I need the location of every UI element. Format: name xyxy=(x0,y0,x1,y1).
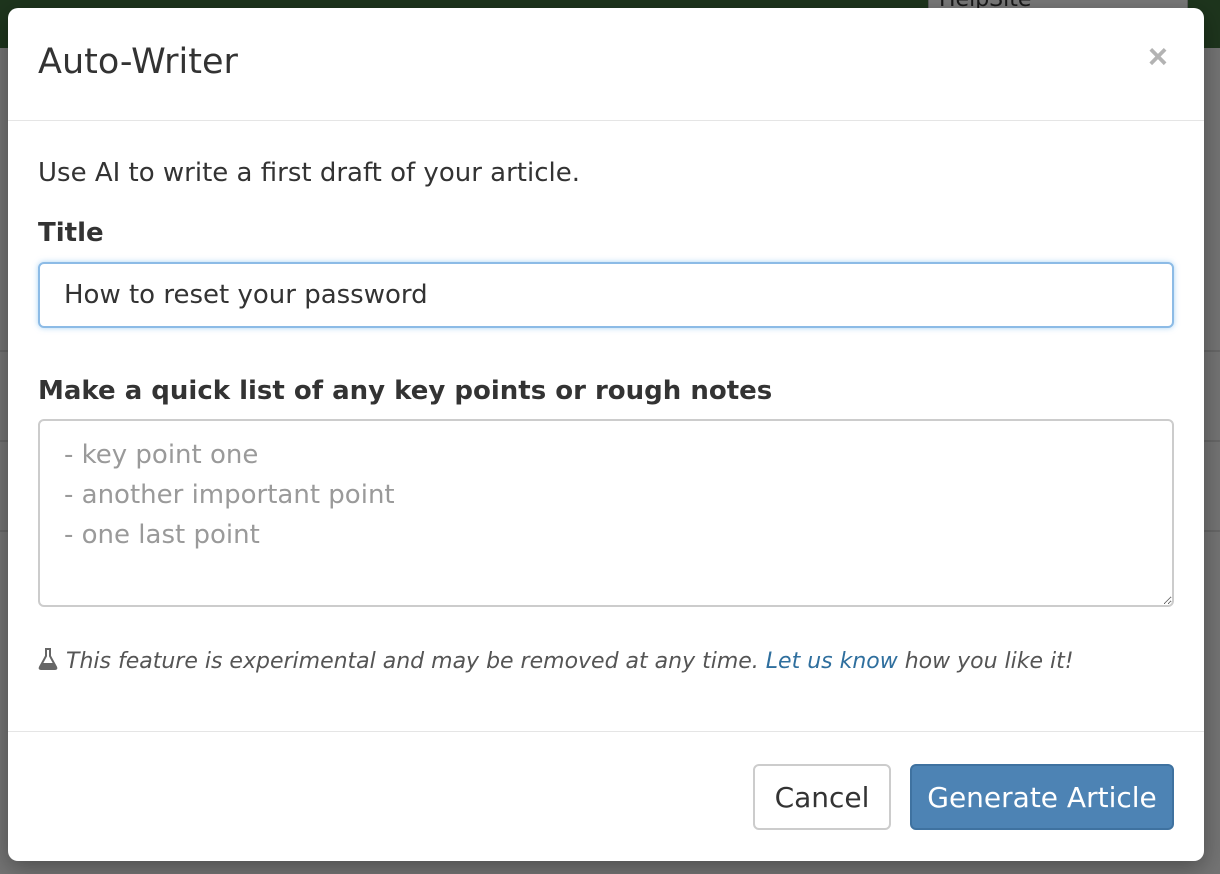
experimental-note: This feature is experimental and may be … xyxy=(38,648,1074,676)
title-label: Title xyxy=(38,218,104,248)
auto-writer-dialog: Auto-Writer × Use AI to write a first dr… xyxy=(8,8,1204,861)
title-input[interactable] xyxy=(38,262,1174,328)
notes-label: Make a quick list of any key points or r… xyxy=(38,376,773,406)
experimental-note-text: This feature is experimental and may be … xyxy=(66,649,759,674)
modal-footer: Cancel Generate Article xyxy=(8,731,1204,862)
intro-text: Use AI to write a first draft of your ar… xyxy=(38,158,580,188)
notes-textarea[interactable] xyxy=(38,419,1174,607)
experimental-note-suffix: how you like it! xyxy=(904,649,1074,674)
close-icon[interactable]: × xyxy=(1148,40,1168,74)
generate-article-button[interactable]: Generate Article xyxy=(910,764,1174,830)
let-us-know-link[interactable]: Let us know xyxy=(766,649,898,674)
flask-icon xyxy=(38,648,58,676)
modal-header: Auto-Writer × xyxy=(8,8,1204,121)
modal-title: Auto-Writer xyxy=(38,42,238,82)
cancel-button[interactable]: Cancel xyxy=(753,764,891,830)
